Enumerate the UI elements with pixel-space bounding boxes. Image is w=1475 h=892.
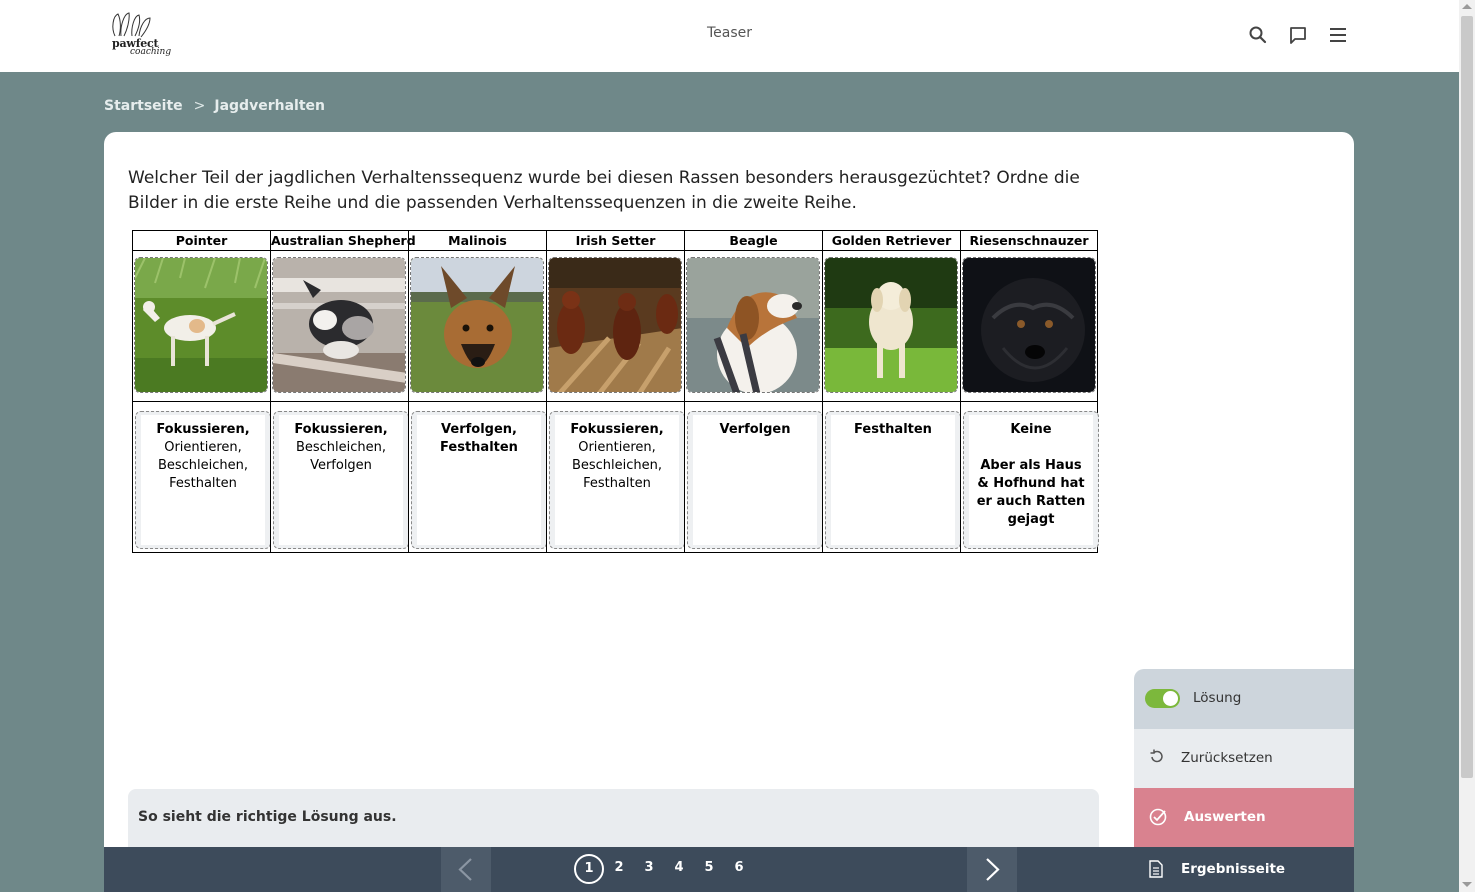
- top-bar: pawfect coaching Teaser: [0, 0, 1459, 72]
- breed-name: Irish Setter: [547, 231, 684, 251]
- document-icon: [1149, 860, 1163, 878]
- row-divider: [685, 401, 822, 402]
- breadcrumb-item-startseite[interactable]: Startseite: [104, 98, 183, 114]
- behavior-sequence-card[interactable]: Keine Aber als Haus & Hofhund hat er auch…: [969, 415, 1093, 545]
- text-drop-zone[interactable]: Keine Aber als Haus & Hofhund hat er auch…: [963, 411, 1099, 549]
- next-page-button[interactable]: [967, 847, 1017, 892]
- page-1[interactable]: 1: [574, 854, 604, 884]
- text-drop-zone[interactable]: Festhalten: [825, 411, 961, 549]
- evaluate-label: Auswerten: [1184, 809, 1266, 825]
- image-drop-zone[interactable]: [824, 257, 958, 393]
- behavior-sequence-card[interactable]: Fokussieren, Orientieren, Beschleichen, Fes…: [141, 415, 265, 545]
- breed-name: Pointer: [133, 231, 270, 251]
- page-3[interactable]: 3: [634, 854, 664, 884]
- image-drop-zone[interactable]: [686, 257, 820, 393]
- behavior-sequence-card[interactable]: Festhalten: [831, 415, 955, 545]
- evaluate-button[interactable]: Auswerten: [1134, 788, 1354, 847]
- pointer-photo[interactable]: [135, 258, 268, 393]
- page-5[interactable]: 5: [694, 854, 724, 884]
- golden-retriever-photo[interactable]: [825, 258, 958, 393]
- text-drop-zone[interactable]: Verfolgen, Festhalten: [411, 411, 547, 549]
- breed-column: Irish Setter Fokussieren, Orientieren, Bes…: [546, 230, 685, 553]
- breed-column: Australian Shepherd Fokussieren, Beschle…: [270, 230, 416, 553]
- question-text: Welcher Teil der jagdlichen Verhaltensse…: [128, 168, 1080, 213]
- row-divider: [961, 401, 1098, 402]
- breed-column: Pointer Fokussieren, Orientieren, Beschl…: [132, 230, 271, 553]
- breadcrumb: Startseite > Jagdverhalten: [104, 98, 325, 114]
- page-6[interactable]: 6: [724, 854, 754, 884]
- behavior-sequence-card[interactable]: Verfolgen, Festhalten: [417, 415, 541, 545]
- row-divider: [133, 401, 270, 402]
- breed-name: Golden Retriever: [823, 231, 960, 251]
- breed-column: Malinois Verfolgen, Festhalten: [408, 230, 547, 553]
- results-page-button[interactable]: Ergebnisseite: [1134, 847, 1354, 892]
- image-drop-zone[interactable]: [134, 257, 268, 393]
- results-page-label: Ergebnisseite: [1181, 861, 1286, 877]
- page-2[interactable]: 2: [604, 854, 634, 884]
- riesenschnauzer-photo[interactable]: [963, 258, 1096, 393]
- breed-name: Beagle: [685, 231, 822, 251]
- breadcrumb-item-jagdverhalten[interactable]: Jagdverhalten: [214, 98, 325, 114]
- breadcrumb-separator: >: [193, 98, 206, 114]
- chevron-right-icon: [986, 858, 1000, 881]
- breed-column: Riesenschnauzer Keine Aber als Haus & Hof…: [960, 230, 1099, 553]
- image-drop-zone[interactable]: [962, 257, 1096, 393]
- previous-page-button[interactable]: [441, 847, 491, 892]
- australian-shepherd-photo[interactable]: [273, 258, 406, 393]
- reset-icon: [1150, 749, 1163, 763]
- breed-name: Malinois: [409, 231, 546, 251]
- scroll-up-arrow-icon[interactable]: [1462, 4, 1472, 9]
- text-drop-zone[interactable]: Fokussieren, Beschleichen, Verfolgen: [273, 411, 409, 549]
- scroll-down-arrow-icon[interactable]: [1462, 882, 1472, 887]
- breed-name: Australian Shepherd: [271, 231, 416, 251]
- row-divider: [271, 401, 408, 402]
- reset-label: Zurücksetzen: [1181, 750, 1273, 766]
- page-title: Teaser: [706, 25, 753, 41]
- malinois-photo[interactable]: [411, 258, 544, 393]
- image-drop-zone[interactable]: [410, 257, 544, 393]
- row-divider: [409, 401, 546, 402]
- image-drop-zone[interactable]: [272, 257, 406, 393]
- breed-column: Beagle Verfolgen: [684, 230, 823, 553]
- image-drop-zone[interactable]: [548, 257, 682, 393]
- page-4[interactable]: 4: [664, 854, 694, 884]
- row-divider: [547, 401, 684, 402]
- pagination-bar: 1 2 3 4 5 6: [104, 847, 1134, 892]
- hamburger-menu-icon[interactable]: [1327, 24, 1349, 46]
- text-drop-zone[interactable]: Verfolgen: [687, 411, 823, 549]
- solution-feedback-text: So sieht die richtige Lösung aus.: [138, 809, 397, 825]
- scrollbar-thumb[interactable]: [1461, 16, 1473, 778]
- irish-setter-photo[interactable]: [549, 258, 682, 393]
- drag-drop-grid: Pointer Fokussieren, Orientieren, Beschl…: [132, 230, 1100, 554]
- solution-toggle-label: Lösung: [1193, 690, 1242, 706]
- text-drop-zone[interactable]: Fokussieren, Orientieren, Beschleichen, Fes…: [549, 411, 685, 549]
- chat-icon[interactable]: [1287, 24, 1309, 46]
- page-numbers: 1 2 3 4 5 6: [574, 854, 754, 884]
- beagle-photo[interactable]: [687, 258, 820, 393]
- breed-name: Riesenschnauzer: [961, 231, 1097, 251]
- solution-toggle-switch[interactable]: [1145, 689, 1180, 708]
- breed-column: Golden Retriever Festhalten: [822, 230, 961, 553]
- behavior-sequence-card[interactable]: Fokussieren, Orientieren, Beschleichen, Fes…: [555, 415, 679, 545]
- solution-toggle-button[interactable]: Lösung: [1134, 669, 1354, 729]
- check-circle-icon: [1149, 808, 1167, 826]
- chevron-left-icon: [458, 858, 472, 881]
- behavior-sequence-card[interactable]: Verfolgen: [693, 415, 817, 545]
- row-divider: [823, 401, 960, 402]
- search-icon[interactable]: [1247, 24, 1269, 46]
- solution-feedback-bar: So sieht die richtige Lösung aus.: [128, 789, 1099, 849]
- behavior-sequence-card[interactable]: Fokussieren, Beschleichen, Verfolgen: [279, 415, 403, 545]
- logo-text-coaching: coaching: [130, 47, 172, 57]
- reset-button[interactable]: Zurücksetzen: [1134, 729, 1354, 788]
- text-drop-zone[interactable]: Fokussieren, Orientieren, Beschleichen, Fes…: [135, 411, 271, 549]
